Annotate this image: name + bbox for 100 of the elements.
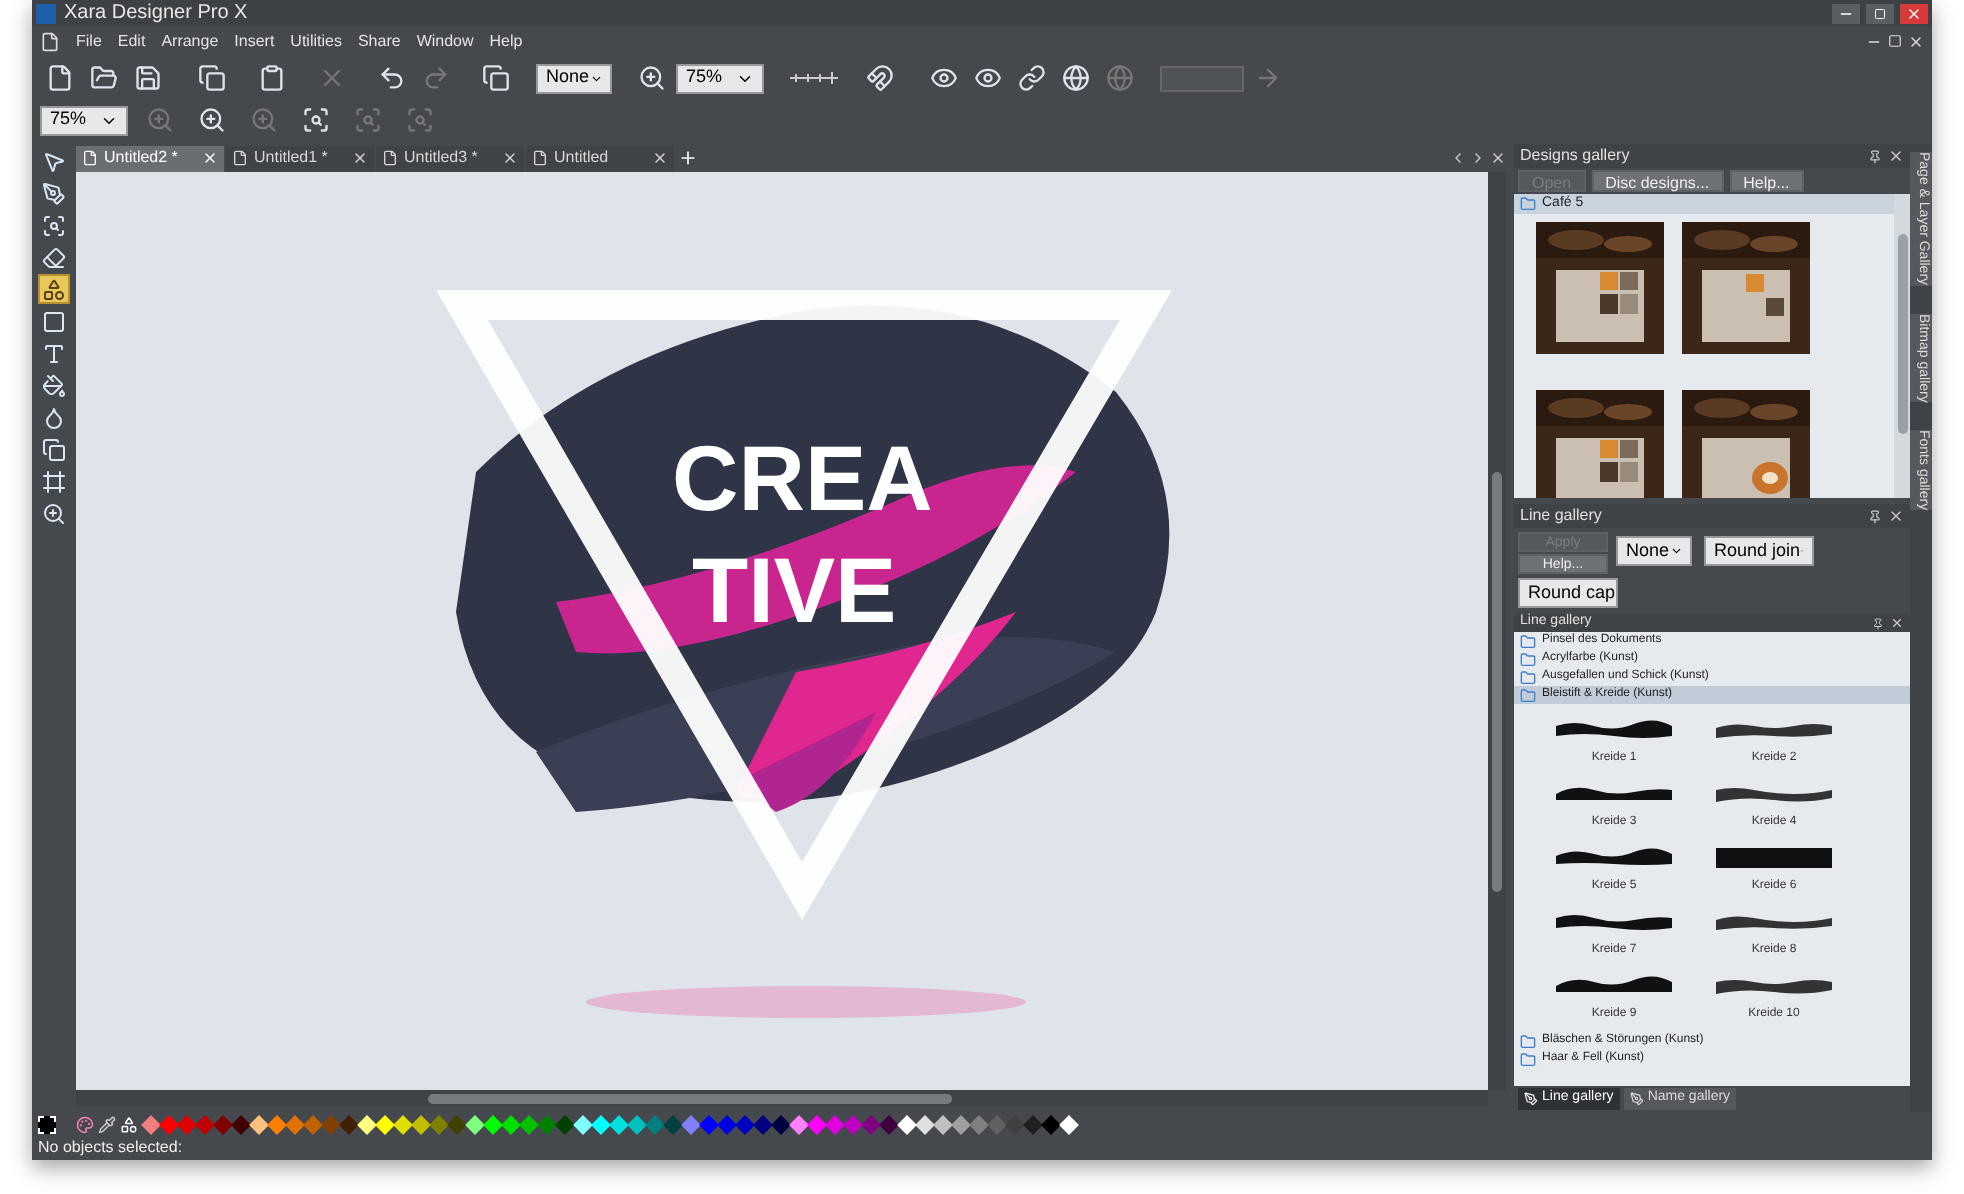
color-palette-icon[interactable] (76, 1115, 94, 1133)
color-swatch[interactable] (699, 1114, 719, 1134)
color-swatch[interactable] (627, 1114, 647, 1134)
color-swatch[interactable] (141, 1114, 161, 1134)
close-tab-icon[interactable] (352, 150, 368, 166)
color-swatch[interactable] (249, 1114, 269, 1134)
color-swatch[interactable] (609, 1114, 629, 1134)
color-swatch[interactable] (411, 1114, 431, 1134)
color-editor-icon[interactable] (120, 1115, 138, 1133)
color-swatch[interactable] (987, 1114, 1007, 1134)
document-tab[interactable]: Untitled1 * (226, 145, 374, 171)
color-swatch[interactable] (771, 1114, 791, 1134)
color-swatch[interactable] (537, 1114, 557, 1134)
color-swatch[interactable] (789, 1114, 809, 1134)
close-icon[interactable] (1908, 33, 1924, 49)
menu-item[interactable]: Edit (117, 29, 146, 53)
document-tab[interactable]: Untitled2 * (76, 145, 224, 171)
color-swatch[interactable] (375, 1114, 395, 1134)
horizontal-scrollbar[interactable] (76, 1090, 1488, 1106)
restore-button[interactable] (1866, 3, 1894, 23)
color-swatch[interactable] (429, 1114, 449, 1134)
dropdown[interactable]: 75% (676, 63, 764, 93)
close-tab-icon[interactable] (502, 150, 518, 166)
color-swatch[interactable] (357, 1114, 377, 1134)
color-swatch[interactable] (1023, 1114, 1043, 1134)
zoom-icon[interactable] (38, 498, 70, 528)
scroll-right-icon[interactable] (1470, 150, 1486, 166)
canvas[interactable]: CREA TIVE (76, 172, 1488, 1090)
scrollbar-thumb[interactable] (1492, 472, 1502, 892)
close-icon[interactable] (1890, 616, 1904, 631)
color-swatch[interactable] (159, 1114, 179, 1134)
color-swatch[interactable] (321, 1114, 341, 1134)
color-swatch[interactable] (969, 1114, 989, 1134)
close-button[interactable] (1900, 3, 1928, 23)
menu-item[interactable]: Help (489, 29, 523, 53)
dropdown[interactable]: 75% (40, 105, 128, 135)
close-tab-icon[interactable] (652, 150, 668, 166)
color-swatch[interactable] (303, 1114, 323, 1134)
color-swatch[interactable] (339, 1114, 359, 1134)
color-swatch[interactable] (807, 1114, 827, 1134)
color-swatch[interactable] (231, 1114, 251, 1134)
rectangle-icon[interactable] (38, 306, 70, 336)
paint-bucket-icon[interactable] (38, 370, 70, 400)
color-swatch[interactable] (681, 1114, 701, 1134)
magnifier-frame-icon[interactable] (38, 210, 70, 240)
vertical-scrollbar[interactable] (1894, 193, 1910, 499)
minimize-button[interactable] (1832, 3, 1860, 23)
color-swatch[interactable] (1005, 1114, 1025, 1134)
eyedropper-icon[interactable] (98, 1115, 116, 1133)
color-swatch[interactable] (897, 1114, 917, 1134)
dropdown[interactable]: Round cap (1518, 578, 1618, 609)
pen-icon[interactable] (38, 178, 70, 208)
color-swatch[interactable] (717, 1114, 737, 1134)
close-icon[interactable] (1490, 150, 1506, 166)
color-swatch[interactable] (915, 1114, 935, 1134)
color-swatch[interactable] (843, 1114, 863, 1134)
menu-item[interactable]: Window (416, 29, 474, 53)
document-tab[interactable]: Untitled (526, 145, 674, 171)
color-swatch[interactable] (393, 1114, 413, 1134)
color-swatch[interactable] (195, 1114, 215, 1134)
gallery-button[interactable]: Disc designs... (1591, 169, 1724, 192)
color-swatch[interactable] (591, 1114, 611, 1134)
gallery-button[interactable]: Help... (1729, 169, 1804, 192)
color-swatch[interactable] (555, 1114, 575, 1134)
color-swatch[interactable] (573, 1114, 593, 1134)
scroll-left-icon[interactable] (1450, 150, 1466, 166)
pin-icon[interactable] (1868, 149, 1882, 163)
new-tab-icon[interactable] (678, 148, 698, 168)
color-swatch[interactable] (267, 1114, 287, 1134)
color-swatch[interactable] (447, 1114, 467, 1134)
color-swatch[interactable] (465, 1114, 485, 1134)
scrollbar-thumb[interactable] (428, 1093, 952, 1103)
close-icon[interactable] (1888, 148, 1904, 164)
eraser-icon[interactable] (38, 242, 70, 272)
color-swatch[interactable] (951, 1114, 971, 1134)
no-color-swatch[interactable] (38, 1115, 56, 1133)
color-swatch[interactable] (177, 1114, 197, 1134)
color-swatch[interactable] (501, 1114, 521, 1134)
color-swatch[interactable] (483, 1114, 503, 1134)
document-tab[interactable]: Untitled3 * (376, 145, 524, 171)
scrollbar-thumb[interactable] (1897, 233, 1907, 434)
menu-item[interactable]: Arrange (161, 29, 219, 53)
color-swatch[interactable] (753, 1114, 773, 1134)
vertical-scrollbar[interactable] (1488, 172, 1506, 1090)
close-icon[interactable] (1888, 508, 1904, 525)
menu-item[interactable]: File (76, 29, 102, 53)
color-swatch[interactable] (879, 1114, 899, 1134)
frame-icon[interactable] (38, 466, 70, 496)
color-swatch[interactable] (933, 1114, 953, 1134)
color-swatch[interactable] (663, 1114, 683, 1134)
color-swatch[interactable] (285, 1114, 305, 1134)
color-swatch[interactable] (825, 1114, 845, 1134)
dropdown[interactable]: Round join (1704, 536, 1814, 567)
color-swatch[interactable] (1041, 1114, 1061, 1134)
color-swatch[interactable] (213, 1114, 233, 1134)
color-swatch[interactable] (735, 1114, 755, 1134)
menu-item[interactable]: Insert (234, 29, 275, 53)
menu-item[interactable]: Utilities (290, 29, 342, 53)
dropdown[interactable]: None (536, 63, 612, 93)
pin-icon[interactable] (1872, 617, 1884, 630)
